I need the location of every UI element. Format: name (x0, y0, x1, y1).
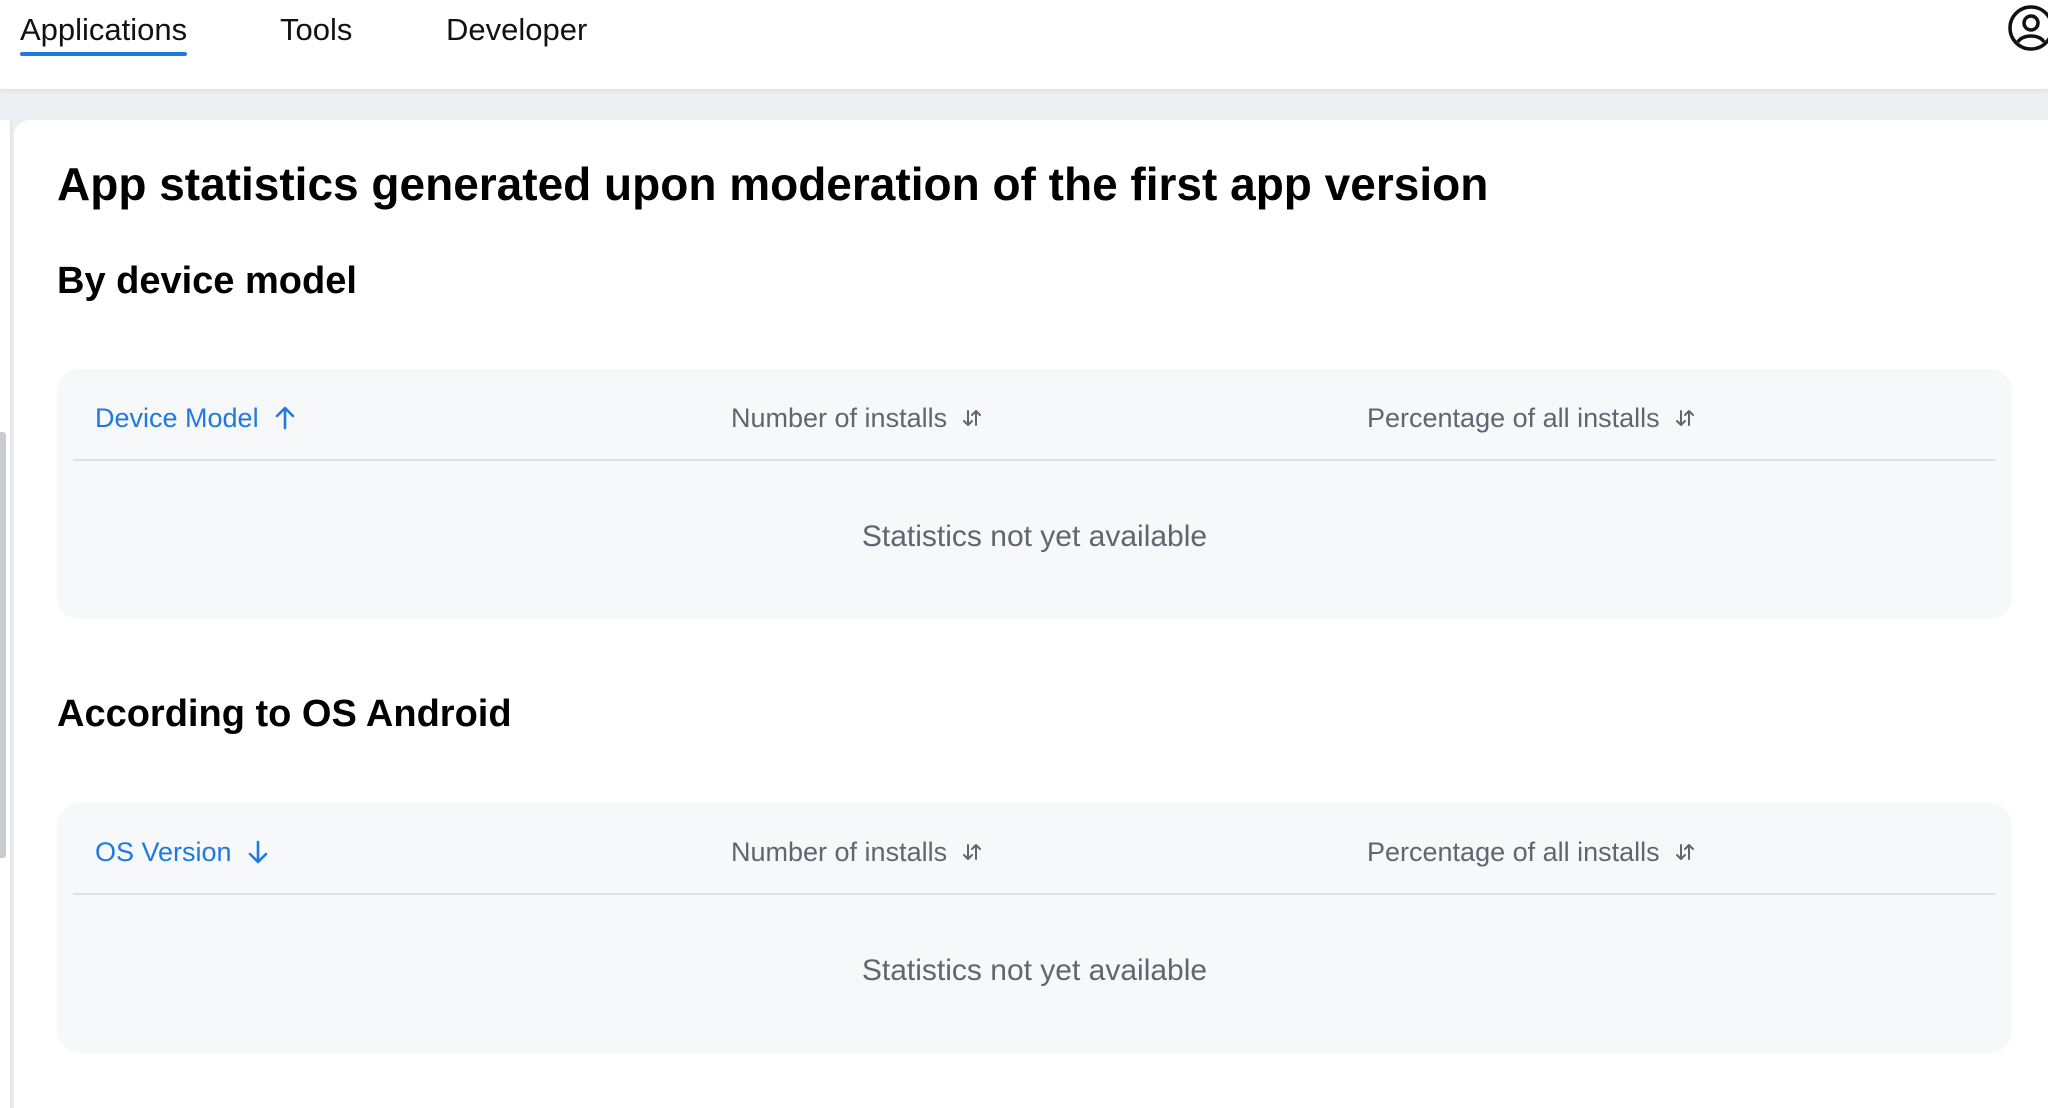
tab-applications[interactable]: Applications (20, 10, 188, 56)
user-circle-icon[interactable] (2006, 3, 2048, 53)
table-header: Device Model Number of installs Percenta… (73, 369, 1996, 461)
sort-arrows-icon (1675, 410, 1694, 426)
sort-arrows-icon (963, 410, 982, 426)
page-title: App statistics generated upon moderation… (57, 158, 1489, 210)
column-header-percentage-of-all-installs[interactable]: Percentage of all installs (1367, 835, 1696, 869)
arrow-down-icon (248, 840, 267, 864)
column-header-number-of-installs[interactable]: Number of installs (731, 401, 983, 435)
column-label: Percentage of all installs (1367, 403, 1660, 433)
sort-arrows-icon (1675, 844, 1694, 860)
column-header-number-of-installs[interactable]: Number of installs (731, 835, 983, 869)
column-label: Device Model (95, 403, 259, 433)
column-label: Number of installs (731, 837, 948, 867)
column-label: OS Version (95, 837, 232, 867)
tab-tools[interactable]: Tools (280, 10, 352, 50)
os-version-table: OS Version Number of installs Percentage… (57, 803, 2012, 1053)
column-header-os-version[interactable]: OS Version (95, 835, 270, 869)
top-navigation: Applications Tools Developer (0, 0, 2048, 89)
column-header-device-model[interactable]: Device Model (95, 401, 297, 435)
empty-state-message: Statistics not yet available (861, 954, 1208, 987)
section-title-device-model: By device model (57, 260, 357, 302)
arrow-up-icon (275, 406, 294, 430)
column-label: Percentage of all installs (1367, 837, 1660, 867)
tab-developer[interactable]: Developer (446, 10, 587, 50)
section-title-os-android: According to OS Android (57, 693, 512, 735)
table-header: OS Version Number of installs Percentage… (73, 803, 1996, 895)
scrollbar-thumb[interactable] (0, 432, 6, 858)
sort-arrows-icon (963, 844, 982, 860)
column-label: Number of installs (731, 403, 948, 433)
column-header-percentage-of-all-installs[interactable]: Percentage of all installs (1367, 401, 1696, 435)
device-model-table: Device Model Number of installs Percenta… (57, 369, 2012, 619)
empty-state-message: Statistics not yet available (861, 520, 1208, 553)
